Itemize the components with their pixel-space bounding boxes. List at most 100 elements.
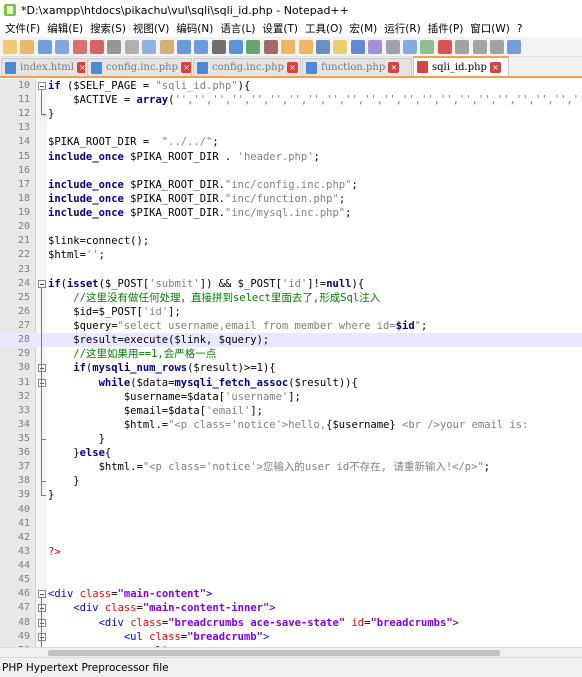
code-line[interactable]: 33 $email=$data['email']; [0, 404, 582, 418]
code-line[interactable]: 37 $html.="<p class='notice'>您输入的user id… [0, 460, 582, 474]
code-line[interactable]: 40 [0, 503, 582, 517]
code-line[interactable]: 20 [0, 220, 582, 234]
menu-item-4[interactable]: 编码(N) [174, 21, 218, 36]
menu-item-6[interactable]: 设置(T) [260, 21, 303, 36]
redo-icon[interactable] [194, 39, 209, 54]
code-line[interactable]: 38 } [0, 474, 582, 488]
code-line[interactable]: 27 $query="select username,email from me… [0, 319, 582, 333]
code-line[interactable]: 35 } [0, 432, 582, 446]
code-line[interactable]: 28 $result=execute($link, $query); [0, 333, 582, 348]
code-line[interactable]: 39} [0, 488, 582, 502]
sync-h-icon[interactable] [298, 39, 313, 54]
menu-item-8[interactable]: 宏(M) [348, 21, 383, 36]
fold-toggle-icon[interactable] [38, 82, 46, 90]
code-line[interactable]: 41 [0, 517, 582, 531]
word-wrap-icon[interactable] [316, 39, 331, 54]
fold-toggle-icon[interactable] [38, 618, 46, 627]
code-editor[interactable]: 10 if ($SELF_PAGE = "sqli_id.php"){11 $AC… [0, 79, 582, 647]
menu-item-12[interactable]: ? [515, 23, 528, 35]
play-multi-icon[interactable] [489, 39, 504, 54]
find-icon[interactable] [211, 39, 226, 54]
menu-item-2[interactable]: 搜索(S) [88, 21, 131, 36]
copy-icon[interactable] [142, 39, 157, 54]
code-line[interactable]: 22 $html=''; [0, 248, 582, 262]
monitor-icon[interactable] [420, 39, 435, 54]
code-line[interactable]: 29 //这里如果用==1,会严格一点 [0, 347, 582, 361]
indent-guide-icon[interactable] [350, 39, 365, 54]
fold-toggle-icon[interactable] [38, 632, 46, 641]
code-line[interactable]: 10 if ($SELF_PAGE = "sqli_id.php"){ [0, 79, 582, 93]
code-line[interactable]: 24 if(isset($_POST['submit']) && $_POST['… [0, 277, 582, 291]
code-line[interactable]: 45 [0, 573, 582, 587]
tab-0[interactable]: index.html × [1, 58, 86, 76]
menu-item-9[interactable]: 运行(R) [382, 21, 426, 36]
cut-icon[interactable] [124, 39, 139, 54]
horizontal-scrollbar[interactable] [0, 647, 582, 657]
code-line[interactable]: 14 $PIKA_ROOT_DIR = "../../"; [0, 135, 582, 149]
code-line[interactable]: 34 $html.="<p class='notice'>hello,{$use… [0, 418, 582, 432]
fold-toggle-icon[interactable] [38, 590, 46, 599]
menu-item-7[interactable]: 工具(O) [303, 21, 347, 36]
close-tab-icon[interactable]: × [489, 61, 501, 73]
code-line[interactable]: 25 //这里没有做任何处理，直接拼到select里面去了,形成Sql注入 [0, 291, 582, 305]
code-line[interactable]: 26 $id=$_POST['id']; [0, 305, 582, 319]
code-line[interactable]: 46 <div class="main-content"> [0, 587, 582, 601]
close-tab-icon[interactable]: × [76, 62, 85, 73]
code-line[interactable]: 13 [0, 121, 582, 135]
paste-icon[interactable] [159, 39, 174, 54]
close-all-icon[interactable] [89, 39, 104, 54]
tab-3[interactable]: function.php × [302, 58, 412, 76]
code-line[interactable]: 30 if(mysqli_num_rows($result)>=1){ [0, 361, 582, 375]
code-line[interactable]: 12} [0, 107, 582, 121]
show-all-icon[interactable] [333, 39, 348, 54]
record-icon[interactable] [437, 39, 452, 54]
code-line[interactable]: 47 <div class="main-content-inner"> [0, 601, 582, 615]
zoom-out-icon[interactable] [263, 39, 278, 54]
code-line[interactable]: 18 include_once $PIKA_ROOT_DIR."inc/funct… [0, 192, 582, 206]
save-icon[interactable] [37, 39, 52, 54]
code-line[interactable]: 43 ?> [0, 545, 582, 559]
code-line[interactable]: 48 <div class="breadcrumbs ace-save-stat… [0, 616, 582, 630]
new-file-icon[interactable] [3, 39, 17, 54]
code-line[interactable]: 19 include_once $PIKA_ROOT_DIR."inc/mysql… [0, 206, 582, 220]
func-list-icon[interactable] [402, 39, 417, 54]
code-line[interactable]: 44 [0, 559, 582, 573]
zoom-in-icon[interactable] [246, 39, 261, 54]
menu-item-10[interactable]: 插件(P) [426, 21, 469, 36]
menu-item-0[interactable]: 文件(F) [3, 21, 45, 36]
close-icon[interactable] [72, 39, 87, 54]
fold-toggle-icon[interactable] [38, 279, 46, 288]
scrollbar-thumb[interactable] [48, 650, 500, 656]
open-file-icon[interactable] [20, 39, 35, 54]
lang-icon[interactable] [368, 39, 383, 54]
fold-toggle-icon[interactable] [38, 378, 46, 387]
menu-item-1[interactable]: 编辑(E) [45, 21, 88, 36]
code-line[interactable]: 16 [0, 164, 582, 178]
undo-icon[interactable] [176, 39, 191, 54]
fold-toggle-icon[interactable] [38, 604, 46, 613]
close-tab-icon[interactable]: × [286, 62, 298, 73]
code-line[interactable]: 15 include_once $PIKA_ROOT_DIR . 'header.… [0, 150, 582, 164]
code-line[interactable]: 31 while($data=mysqli_fetch_assoc($resul… [0, 376, 582, 390]
tab-4[interactable]: sqli_id.php × [413, 56, 509, 76]
fold-toggle-icon[interactable] [38, 364, 46, 373]
close-tab-icon[interactable]: × [180, 62, 191, 73]
menu-item-11[interactable]: 窗口(W) [468, 21, 515, 36]
save-all-icon[interactable] [55, 39, 70, 54]
sync-v-icon[interactable] [281, 39, 296, 54]
close-tab-icon[interactable]: × [388, 62, 400, 73]
menu-item-5[interactable]: 语言(L) [218, 21, 260, 36]
code-line[interactable]: 21 $link=connect(); [0, 234, 582, 248]
code-line[interactable]: 23 [0, 263, 582, 277]
code-line[interactable]: 36 }else{ [0, 446, 582, 460]
tab-2[interactable]: config.inc.php × [193, 58, 301, 76]
code-line[interactable]: 11 $ACTIVE = array('','','','','','','',… [0, 93, 582, 107]
code-line[interactable]: 42 [0, 531, 582, 545]
code-line[interactable]: 32 $username=$data['username']; [0, 390, 582, 404]
play-icon[interactable] [472, 39, 487, 54]
save-macro-icon[interactable] [507, 39, 522, 54]
tab-1[interactable]: config.inc.php × [87, 58, 192, 76]
code-line[interactable]: 17 include_once $PIKA_ROOT_DIR."inc/confi… [0, 178, 582, 192]
menu-item-3[interactable]: 视图(V) [131, 21, 174, 36]
print-icon[interactable] [107, 39, 122, 54]
